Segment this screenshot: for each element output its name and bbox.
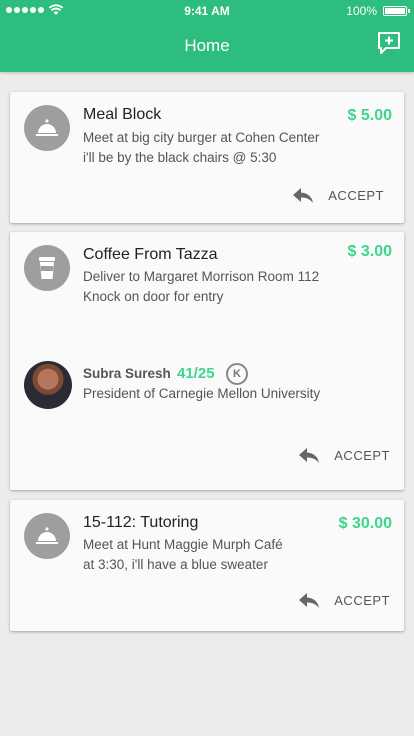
request-card[interactable]: Meal Block $ 5.00 Meet at big city burge… xyxy=(10,92,404,223)
cloche-icon xyxy=(24,513,70,559)
reply-icon xyxy=(299,448,320,463)
new-request-icon[interactable] xyxy=(376,30,402,56)
requester-title: President of Carnegie Mellon University xyxy=(83,386,321,401)
request-card[interactable]: 15-112: Tutoring $ 30.00 Meet at Hunt Ma… xyxy=(10,500,404,631)
cloche-icon xyxy=(24,105,70,151)
coffee-cup-icon xyxy=(24,245,70,291)
accept-button[interactable]: ACCEPT xyxy=(298,446,390,464)
request-description-line: Knock on door for entry xyxy=(83,289,224,304)
request-title: Meal Block xyxy=(83,106,162,123)
requester-avatar[interactable] xyxy=(24,361,72,409)
requester-name: Subra Suresh xyxy=(83,366,171,381)
battery-icon xyxy=(383,6,410,16)
accept-label: ACCEPT xyxy=(334,447,390,463)
app-header: 9:41 AM 100% Home xyxy=(0,0,414,72)
request-card[interactable]: Coffee From Tazza $ 3.00 Deliver to Marg… xyxy=(10,232,404,490)
request-description-line: at 3:30, i'll have a blue sweater xyxy=(83,557,268,572)
request-price: $ 5.00 xyxy=(347,107,392,124)
request-description-line: Deliver to Margaret Morrison Room 112 xyxy=(83,269,320,284)
page-title: Home xyxy=(184,36,230,55)
request-price: $ 30.00 xyxy=(338,515,392,532)
request-description-line: i'll be by the black chairs @ 5:30 xyxy=(83,150,277,165)
accept-button[interactable]: ACCEPT xyxy=(298,591,390,609)
status-bar: 9:41 AM 100% xyxy=(0,0,414,22)
request-description-line: Meet at Hunt Maggie Murph Café xyxy=(83,537,283,552)
request-description-line: Meet at big city burger at Cohen Center xyxy=(83,130,320,145)
request-price: $ 3.00 xyxy=(347,243,392,260)
reply-icon xyxy=(293,188,314,203)
request-title: 15-112: Tutoring xyxy=(83,514,199,531)
accept-button[interactable]: ACCEPT xyxy=(292,186,384,204)
accept-label: ACCEPT xyxy=(328,187,384,203)
battery-percentage: 100% xyxy=(346,4,377,18)
requester-rating: 41/25 xyxy=(177,365,215,382)
accept-label: ACCEPT xyxy=(334,592,390,608)
request-title: Coffee From Tazza xyxy=(83,246,218,263)
reply-icon xyxy=(299,593,320,608)
karma-badge: K xyxy=(226,363,248,385)
